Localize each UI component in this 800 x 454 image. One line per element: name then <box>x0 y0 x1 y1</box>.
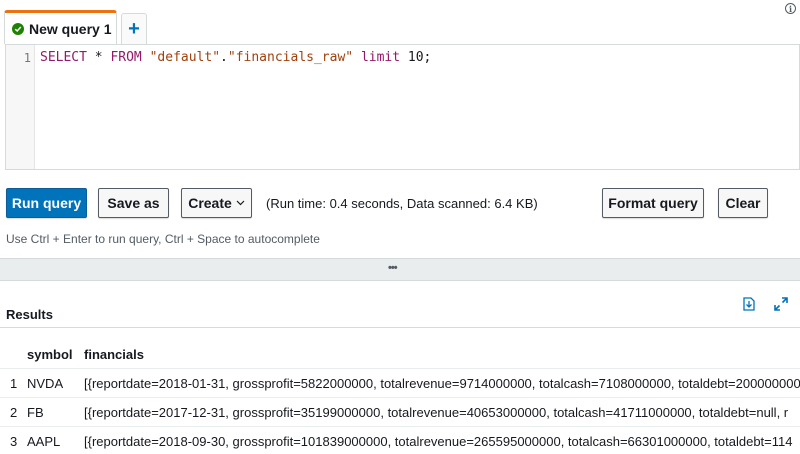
drag-handle-icon[interactable]: ••• <box>388 262 398 274</box>
query-editor[interactable]: 1 SELECT * FROM "default"."financials_ra… <box>5 44 800 170</box>
keyword-limit: limit <box>360 50 401 65</box>
row-index: 2 <box>10 405 18 420</box>
info-icon[interactable]: i <box>785 3 796 14</box>
keyword-select: SELECT <box>40 50 87 65</box>
row-index: 1 <box>10 376 18 391</box>
line-number: 1 <box>23 51 31 65</box>
tab-new-query-1[interactable]: New query 1 <box>4 10 117 44</box>
table-header-row: symbol financials <box>0 340 800 368</box>
save-as-button[interactable]: Save as <box>98 188 169 218</box>
results-title: Results <box>6 307 53 322</box>
cell-financials: [{reportdate=2017-12-31, grossprofit=351… <box>84 405 789 420</box>
download-icon[interactable] <box>743 297 755 311</box>
run-query-button[interactable]: Run query <box>6 188 87 218</box>
cell-symbol: NVDA <box>27 376 64 391</box>
code-limit-value: 10; <box>400 50 432 65</box>
table-row: 1 NVDA [{reportdate=2018-01-31, grosspro… <box>0 368 800 396</box>
pane-splitter[interactable]: ••• <box>0 258 800 281</box>
cell-symbol: FB <box>27 405 44 420</box>
create-button[interactable]: Create <box>181 188 252 218</box>
cell-financials: [{reportdate=2018-01-31, grossprofit=582… <box>84 376 800 391</box>
table-row: 3 AAPL [{reportdate=2018-09-30, grosspro… <box>0 426 800 454</box>
tab-label: New query 1 <box>29 20 112 37</box>
query-tab-bar: New query 1 + i <box>0 0 800 44</box>
chevron-down-icon <box>236 198 245 209</box>
column-header-financials: financials <box>84 347 144 362</box>
run-stats: (Run time: 0.4 seconds, Data scanned: 6.… <box>266 196 538 211</box>
code-dot: . <box>220 50 228 65</box>
add-tab-button[interactable]: + <box>121 13 147 44</box>
string-table: "financials_raw" <box>227 50 354 65</box>
row-index: 3 <box>10 434 18 449</box>
string-database: "default" <box>149 50 221 65</box>
code-star: * <box>86 50 111 65</box>
expand-icon[interactable] <box>774 297 788 311</box>
cell-symbol: AAPL <box>27 434 61 449</box>
format-query-button[interactable]: Format query <box>602 188 704 218</box>
editor-gutter: 1 <box>6 45 35 169</box>
results-divider <box>0 327 800 328</box>
create-label: Create <box>188 195 232 211</box>
clear-button[interactable]: Clear <box>718 188 768 218</box>
query-text[interactable]: SELECT * FROM "default"."financials_raw"… <box>40 50 431 65</box>
shortcut-hint: Use Ctrl + Enter to run query, Ctrl + Sp… <box>6 232 320 246</box>
column-header-symbol: symbol <box>27 347 73 362</box>
table-row: 2 FB [{reportdate=2017-12-31, grossprofi… <box>0 397 800 425</box>
check-circle-icon <box>12 22 24 35</box>
keyword-from: FROM <box>110 50 142 65</box>
cell-financials: [{reportdate=2018-09-30, grossprofit=101… <box>84 434 793 449</box>
